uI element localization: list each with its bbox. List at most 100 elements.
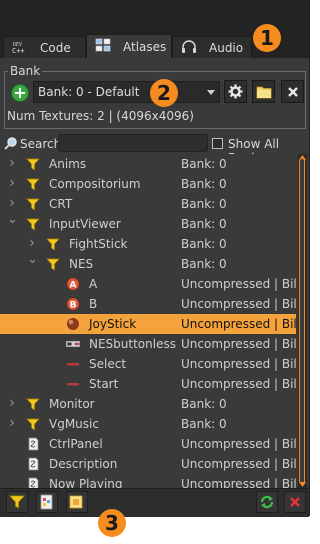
- tree-row-name: NESbuttonless: [89, 337, 176, 351]
- tree-row[interactable]: › Compositorium Bank: 0: [0, 174, 296, 194]
- tree-row-info: Bank: 0: [181, 397, 227, 411]
- folder-filter-icon: [26, 398, 40, 411]
- tree-row[interactable]: ⌄ InputViewer Bank: 0: [0, 213, 296, 234]
- tree-row[interactable]: Start Uncompressed | Bili...: [0, 374, 296, 394]
- scroll-down-icon[interactable]: [299, 482, 306, 487]
- expand-arrow-icon[interactable]: ⌄: [27, 253, 38, 266]
- tree-row[interactable]: CtrlPanel Uncompressed | Bili...: [0, 434, 296, 454]
- bank-settings-button[interactable]: [224, 80, 247, 103]
- tree-row-info: Uncompressed | Bili...: [181, 457, 296, 471]
- red-bar-icon: [67, 363, 79, 366]
- tree-row[interactable]: JoyStick Uncompressed | Bili...: [0, 314, 296, 334]
- tree-row-name: VgMusic: [49, 417, 99, 431]
- image-add-icon: [40, 494, 53, 510]
- folder-filter-icon: [46, 258, 60, 271]
- tree-row[interactable]: Description Uncompressed | Bili...: [0, 454, 296, 474]
- delete-button[interactable]: [284, 491, 306, 513]
- tree-row[interactable]: NESbuttonless Uncompressed | Bili...: [0, 334, 296, 354]
- collapse-arrow-icon[interactable]: ›: [7, 414, 17, 433]
- tree-row-name: Compositorium: [49, 177, 141, 191]
- add-texture-button[interactable]: [36, 491, 58, 513]
- tree-row-name: FightStick: [69, 237, 128, 251]
- code-icon: DEV C++: [12, 42, 25, 54]
- tree-row-name: Start: [89, 377, 119, 391]
- tree-row-info: Uncompressed | Bili...: [181, 437, 296, 451]
- document-icon: [28, 457, 39, 471]
- folder-filter-icon: [26, 178, 40, 191]
- tab-atlases[interactable]: Atlases: [86, 34, 172, 58]
- refresh-button[interactable]: [256, 491, 278, 513]
- tree-row-name: JoyStick: [89, 317, 137, 331]
- collapse-arrow-icon[interactable]: ›: [7, 394, 17, 413]
- bank-select-value: Bank: 0 - Default: [38, 85, 140, 99]
- atlas-add-icon: [69, 495, 83, 509]
- tree-row-name: NES: [69, 257, 94, 271]
- tab-bar: DEV C++ Code Atlases Audio 1: [0, 0, 309, 58]
- tree-row-info: Uncompressed | Bili...: [181, 277, 296, 291]
- tree-row[interactable]: › FightStick Bank: 0: [0, 234, 296, 254]
- search-label: Search: [20, 137, 62, 151]
- tree-row-info: Bank: 0: [181, 237, 227, 251]
- svg-text:B: B: [70, 301, 77, 311]
- bank-select[interactable]: Bank: 0 - Default: [33, 81, 220, 103]
- tree-row[interactable]: › CRT Bank: 0: [0, 194, 296, 214]
- atlas-tree: › Anims Bank: 0 › Compositorium Bank: 0 › CRT Ba…: [0, 154, 296, 488]
- tree-row-name: InputViewer: [49, 217, 121, 231]
- tree-row-name: A: [89, 277, 98, 291]
- tree-row-name: Now Playing: [49, 477, 123, 488]
- a-button-icon: A: [66, 277, 80, 291]
- tree-row[interactable]: A A Uncompressed | Bili...: [0, 274, 296, 294]
- tree-row[interactable]: › Anims Bank: 0: [0, 154, 296, 174]
- tree-row-info: Bank: 0: [181, 197, 227, 211]
- document-icon: [28, 477, 39, 488]
- collapse-arrow-icon[interactable]: ›: [7, 194, 17, 213]
- show-all-banks-checkbox[interactable]: [212, 138, 223, 149]
- tab-code-label: Code: [40, 41, 71, 55]
- tree-row[interactable]: Select Uncompressed | Bili...: [0, 354, 296, 374]
- remove-bank-button[interactable]: [281, 80, 304, 103]
- folder-filter-icon: [26, 198, 40, 211]
- tree-row-name: Monitor: [49, 397, 95, 411]
- open-folder-button[interactable]: [252, 80, 275, 103]
- tree-row-info: Bank: 0: [181, 177, 227, 191]
- collapse-arrow-icon[interactable]: ›: [27, 234, 37, 253]
- callout-marker-2: 2: [150, 79, 178, 107]
- tree-row-info: Bank: 0: [181, 157, 227, 171]
- tree-row-info: Bank: 0: [181, 257, 227, 271]
- bank-group-title: Bank: [8, 64, 43, 78]
- tree-row[interactable]: B B Uncompressed | Bili...: [0, 294, 296, 314]
- refresh-icon: [260, 495, 274, 509]
- search-icon: [4, 137, 17, 150]
- tree-row[interactable]: Now Playing Uncompressed | Bili...: [0, 474, 296, 488]
- expand-arrow-icon[interactable]: ⌄: [7, 213, 18, 226]
- add-folder-button[interactable]: [6, 491, 28, 513]
- headphones-icon: [182, 40, 196, 53]
- atlas-panel-app: DEV C++ Code Atlases Audio 1 Bank + Bank…: [0, 0, 311, 544]
- add-atlas-button[interactable]: [66, 491, 88, 513]
- collapse-arrow-icon[interactable]: ›: [7, 154, 17, 173]
- joystick-ball-icon: [67, 318, 79, 330]
- b-button-icon: B: [66, 297, 80, 311]
- tab-audio[interactable]: Audio: [172, 36, 252, 58]
- collapse-arrow-icon[interactable]: ›: [7, 174, 17, 193]
- tree-row-name: CtrlPanel: [49, 437, 103, 451]
- tree-row[interactable]: ⌄ NES Bank: 0: [0, 253, 296, 274]
- callout-marker-3: 3: [98, 509, 126, 537]
- red-bar-icon: [67, 383, 79, 386]
- tree-row-info: Uncompressed | Bili...: [181, 477, 296, 488]
- callout-marker-1: 1: [253, 24, 281, 52]
- folder-filter-icon: [26, 218, 40, 231]
- svg-text:A: A: [70, 281, 77, 291]
- svg-text:C++: C++: [12, 47, 25, 54]
- tab-code[interactable]: DEV C++ Code: [3, 36, 86, 58]
- add-bank-button[interactable]: +: [11, 84, 29, 102]
- close-icon: [287, 87, 298, 97]
- scrollbar-thumb[interactable]: [299, 158, 305, 484]
- num-textures-label: Num Textures: 2 | (4096x4096): [7, 109, 194, 123]
- tree-row[interactable]: › VgMusic Bank: 0: [0, 414, 296, 434]
- tree-row-info: Uncompressed | Bili...: [181, 357, 296, 371]
- gear-icon: [228, 84, 243, 99]
- tree-row[interactable]: › Monitor Bank: 0: [0, 394, 296, 414]
- search-input[interactable]: [58, 134, 208, 152]
- tree-row-name: Select: [89, 357, 127, 371]
